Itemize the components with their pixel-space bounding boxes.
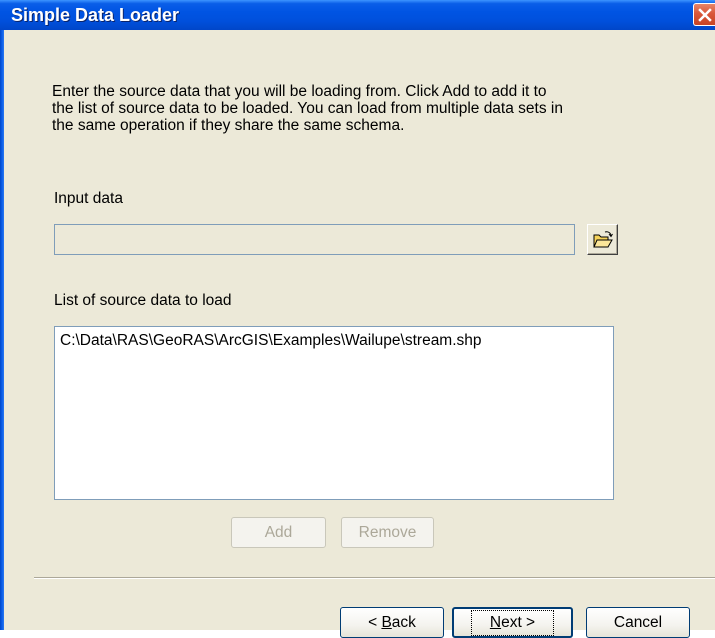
close-icon xyxy=(697,7,712,22)
footer-divider xyxy=(34,577,715,579)
remove-button[interactable]: Remove xyxy=(341,517,434,548)
back-button-mnemonic: B xyxy=(381,613,392,631)
input-data-label: Input data xyxy=(54,190,123,207)
instructions-line: Enter the source data that you will be l… xyxy=(52,83,547,100)
add-button[interactable]: Add xyxy=(231,517,326,548)
next-button-label-rest: ext > xyxy=(501,613,536,631)
input-data-field[interactable] xyxy=(54,224,575,255)
next-button[interactable]: Next > xyxy=(452,607,573,638)
back-button-prefix: < xyxy=(368,613,382,631)
instructions-line: the same operation if they share the sam… xyxy=(52,117,405,134)
dialog-content: Enter the source data that you will be l… xyxy=(4,30,715,638)
instructions-line: the list of source data to be loaded. Yo… xyxy=(52,100,563,117)
simple-data-loader-dialog: Simple Data Loader Enter the source data… xyxy=(0,0,715,638)
back-button[interactable]: < Back xyxy=(340,607,444,638)
list-item[interactable]: C:\Data\RAS\GeoRAS\ArcGIS\Examples\Wailu… xyxy=(60,332,482,349)
browse-button[interactable] xyxy=(587,224,618,255)
window-title: Simple Data Loader xyxy=(11,5,180,25)
title-bar[interactable]: Simple Data Loader xyxy=(0,0,715,30)
next-button-mnemonic: N xyxy=(489,613,502,631)
cancel-button[interactable]: Cancel xyxy=(586,607,690,638)
next-button-focus-rect: Next > xyxy=(470,609,555,636)
close-button[interactable] xyxy=(693,3,715,26)
source-list-label: List of source data to load xyxy=(54,292,232,309)
back-button-label-rest: ack xyxy=(391,613,416,631)
open-folder-icon xyxy=(592,230,613,247)
instructions-text: Enter the source data that you will be l… xyxy=(52,83,563,134)
source-data-list[interactable]: C:\Data\RAS\GeoRAS\ArcGIS\Examples\Wailu… xyxy=(54,326,614,500)
